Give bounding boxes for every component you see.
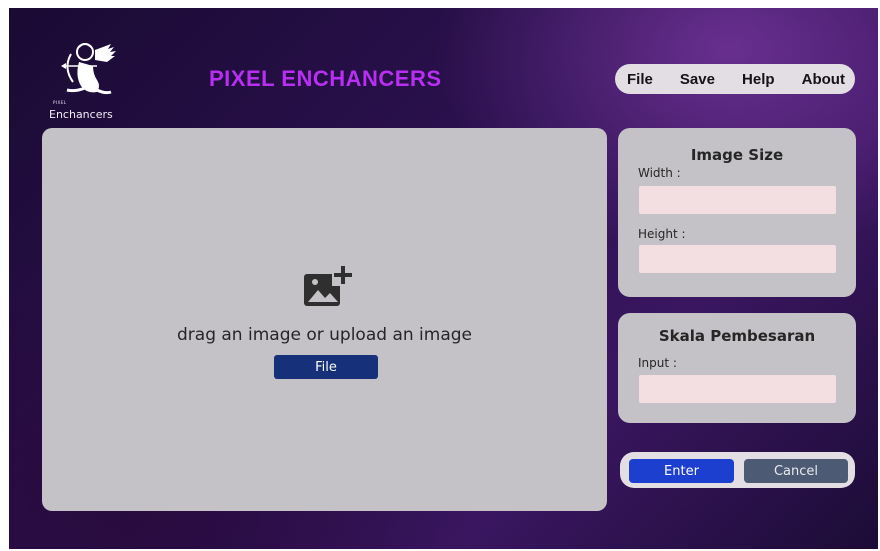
image-size-title: Image Size	[690, 146, 784, 164]
menu-item-save[interactable]: Save	[680, 71, 715, 88]
image-size-panel: Image Size Width : Height :	[618, 128, 856, 297]
height-label: Height :	[638, 227, 686, 241]
scale-input[interactable]	[639, 375, 836, 403]
scale-panel: Skala Pembesaran Input :	[618, 313, 856, 423]
cupid-logo-icon	[61, 43, 116, 95]
file-upload-button[interactable]: File	[274, 355, 378, 379]
app-logo: PIXEL Enchancers	[49, 38, 129, 126]
app-window: PIXEL Enchancers PIXEL ENCHANCERS File S…	[9, 8, 878, 549]
logo-text: Enchancers	[49, 108, 113, 121]
menu-item-about[interactable]: About	[802, 71, 845, 88]
app-title: PIXEL ENCHANCERS	[209, 66, 442, 91]
cancel-button[interactable]: Cancel	[744, 459, 848, 483]
logo-small-text: PIXEL	[53, 100, 67, 105]
scale-title: Skala Pembesaran	[658, 327, 816, 345]
dropzone-prompt: drag an image or upload an image	[177, 325, 472, 345]
menu-item-file[interactable]: File	[627, 71, 653, 88]
scale-input-label: Input :	[638, 356, 677, 370]
height-input[interactable]	[639, 245, 836, 273]
width-input[interactable]	[639, 186, 836, 214]
add-image-icon	[304, 264, 354, 306]
menu-bar: File Save Help About	[615, 64, 855, 94]
width-label: Width :	[638, 166, 681, 180]
menu-item-help[interactable]: Help	[742, 71, 775, 88]
action-bar: Enter Cancel	[620, 452, 855, 488]
enter-button[interactable]: Enter	[629, 459, 734, 483]
image-dropzone[interactable]: drag an image or upload an image File	[42, 128, 607, 511]
